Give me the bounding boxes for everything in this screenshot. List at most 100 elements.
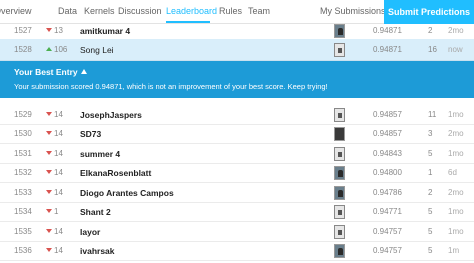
entries: 3: [428, 128, 433, 138]
tab-data[interactable]: Data: [58, 6, 77, 17]
leaderboard-row[interactable]: 1533 14 Diogo Arantes Campos 0.94786 2 2…: [0, 183, 474, 203]
team-name[interactable]: Song Lei: [80, 45, 114, 55]
team-name[interactable]: SD73: [80, 129, 101, 139]
tab-discussion[interactable]: Discussion: [118, 6, 162, 17]
leaderboard-row[interactable]: 1531 14 summer 4 0.94843 5 1mo: [0, 144, 474, 164]
up-arrow-icon: [46, 46, 52, 51]
entries: 2: [428, 187, 433, 197]
entries: 2: [428, 25, 433, 35]
team-name[interactable]: ElkanaRosenblatt: [80, 168, 151, 178]
leaderboard-row[interactable]: 1535 14 layor 0.94757 5 1mo: [0, 222, 474, 242]
entries: 5: [428, 148, 433, 158]
best-entry-message: Your submission scored 0.94871, which is…: [14, 82, 328, 91]
tab-leaderboard[interactable]: Leaderboard: [166, 6, 217, 17]
last-submission: 1m: [448, 245, 460, 255]
down-arrow-icon: [46, 208, 52, 213]
down-arrow-icon: [46, 130, 52, 135]
rank: 1532: [14, 167, 32, 177]
rank: 1527: [14, 25, 32, 35]
rank: 1534: [14, 206, 32, 216]
rank: 1536: [14, 245, 32, 255]
down-arrow-icon: [46, 169, 52, 174]
team-name[interactable]: layor: [80, 227, 100, 237]
tab-kernels[interactable]: Kernels: [84, 6, 115, 17]
score: 0.94786: [373, 187, 402, 197]
leaderboard-row[interactable]: 1530 14 SD73 0.94857 3 2mo: [0, 124, 474, 144]
rank-change: 14: [46, 110, 63, 120]
avatar[interactable]: [334, 146, 345, 161]
team-name[interactable]: summer 4: [80, 149, 120, 159]
last-submission: 1mo: [448, 226, 464, 236]
score: 0.94857: [373, 109, 402, 119]
team-name[interactable]: Shant 2: [80, 207, 111, 217]
rank: 1535: [14, 226, 32, 236]
score: 0.94771: [373, 206, 402, 216]
entries: 11: [428, 109, 437, 119]
score: 0.94757: [373, 226, 402, 236]
leaderboard-row[interactable]: 1534 1 Shant 2 0.94771 5 1mo: [0, 202, 474, 222]
rank-change: 1: [46, 207, 58, 217]
score: 0.94843: [373, 148, 402, 158]
my-submissions-link[interactable]: My Submissions: [320, 6, 386, 17]
down-arrow-icon: [46, 27, 52, 32]
tab-overview[interactable]: Overview: [0, 6, 32, 17]
leaderboard-row-current-user[interactable]: 1528 106 Song Lei 0.94871 16 now: [0, 39, 474, 61]
avatar[interactable]: [334, 23, 345, 38]
down-arrow-icon: [46, 247, 52, 252]
leaderboard-page: Overview Data Kernels Discussion Leaderb…: [0, 0, 474, 263]
avatar[interactable]: [334, 107, 345, 122]
avatar[interactable]: [334, 126, 345, 141]
team-name[interactable]: ivahrsak: [80, 246, 115, 256]
rank-change: 14: [46, 227, 63, 237]
rank: 1533: [14, 187, 32, 197]
score: 0.94800: [373, 167, 402, 177]
tab-team[interactable]: Team: [248, 6, 270, 17]
score: 0.94757: [373, 245, 402, 255]
entries: 5: [428, 245, 433, 255]
best-entry-banner: Your Best Entry Your submission scored 0…: [0, 61, 474, 98]
last-submission: 1mo: [448, 109, 464, 119]
rank: 1531: [14, 148, 32, 158]
up-arrow-icon: [80, 69, 87, 74]
avatar[interactable]: [334, 165, 345, 180]
entries: 5: [428, 226, 433, 236]
down-arrow-icon: [46, 111, 52, 116]
tab-rules[interactable]: Rules: [219, 6, 242, 17]
entries: 5: [428, 206, 433, 216]
rank: 1530: [14, 128, 32, 138]
last-submission: 1mo: [448, 206, 464, 216]
last-submission: 1mo: [448, 148, 464, 158]
rank-change: 14: [46, 129, 63, 139]
rank-change: 14: [46, 188, 63, 198]
rank-change: 14: [46, 168, 63, 178]
down-arrow-icon: [46, 228, 52, 233]
rank-change: 14: [46, 149, 63, 159]
last-submission: 2mo: [448, 25, 464, 35]
avatar[interactable]: [334, 204, 345, 219]
rank-change: 14: [46, 246, 63, 256]
last-submission: 2mo: [448, 187, 464, 197]
score: 0.94857: [373, 128, 402, 138]
avatar[interactable]: [334, 185, 345, 200]
leaderboard-row[interactable]: 1536 14 ivahrsak 0.94757 5 1m: [0, 241, 474, 261]
avatar[interactable]: [334, 42, 345, 57]
leaderboard-row[interactable]: 1527 13 amitkumar 4 0.94871 2 2mo: [0, 21, 474, 41]
last-submission: now: [448, 44, 463, 54]
rank-change: 13: [46, 26, 63, 36]
avatar[interactable]: [334, 224, 345, 239]
best-entry-title: Your Best Entry: [14, 67, 87, 77]
team-name[interactable]: amitkumar 4: [80, 26, 130, 36]
score: 0.94871: [373, 44, 402, 54]
entries: 16: [428, 44, 437, 54]
rank-change: 106: [46, 45, 67, 55]
leaderboard-row[interactable]: 1529 14 JosephJaspers 0.94857 11 1mo: [0, 105, 474, 125]
rank: 1529: [14, 109, 32, 119]
last-submission: 6d: [448, 167, 457, 177]
avatar[interactable]: [334, 243, 345, 258]
last-submission: 2mo: [448, 128, 464, 138]
leaderboard-row[interactable]: 1532 14 ElkanaRosenblatt 0.94800 1 6d: [0, 163, 474, 183]
team-name[interactable]: Diogo Arantes Campos: [80, 188, 174, 198]
entries: 1: [428, 167, 433, 177]
team-name[interactable]: JosephJaspers: [80, 110, 142, 120]
down-arrow-icon: [46, 150, 52, 155]
